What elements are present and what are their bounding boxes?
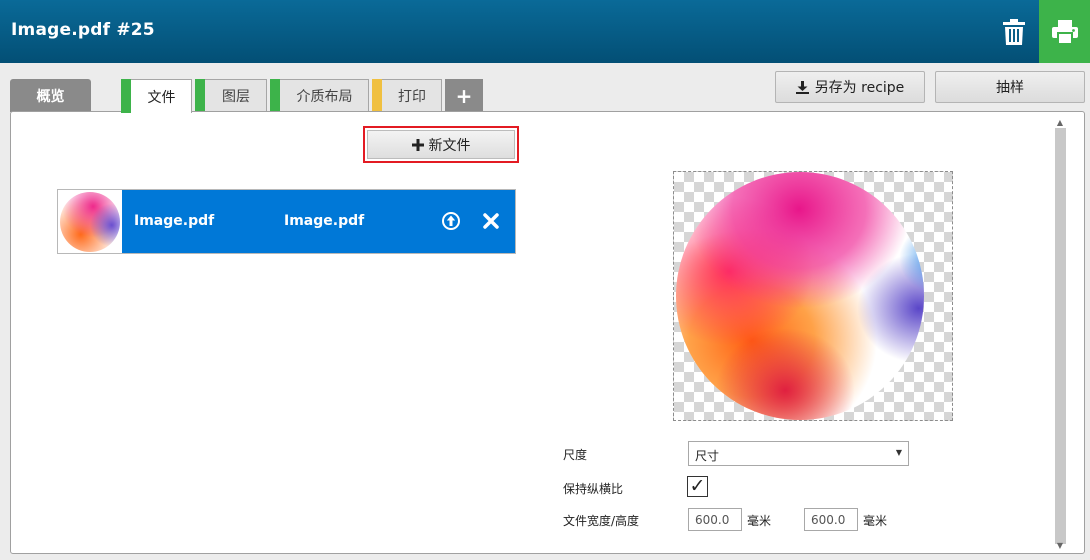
new-file-button[interactable]: 新文件 [363, 126, 519, 163]
tab-marker [270, 79, 280, 112]
file-name: Image.pdf [134, 213, 215, 229]
print-button[interactable] [1039, 0, 1090, 63]
scroll-down-icon[interactable]: ▼ [1055, 540, 1065, 550]
scale-label: 尺度 [563, 448, 588, 462]
vertical-scrollbar[interactable]: ▲ ▼ [1053, 114, 1067, 554]
save-as-recipe-label: 另存为 recipe [814, 80, 905, 96]
checkmark-icon: ✓ [689, 475, 706, 497]
upload-icon[interactable] [441, 211, 461, 231]
sample-label: 抽样 [996, 80, 1024, 96]
tab-layers[interactable]: 图层 [195, 79, 267, 112]
dropdown-arrow-icon: ▼ [895, 448, 902, 457]
file-size-label: 文件宽度/高度 [563, 514, 640, 528]
tab-print[interactable]: 打印 [372, 79, 442, 112]
new-file-button-face: 新文件 [367, 130, 515, 159]
download-icon [795, 80, 809, 94]
tab-label: 文件 [147, 89, 176, 106]
close-icon[interactable] [481, 211, 501, 231]
tab-marker [121, 79, 131, 113]
printer-icon [1051, 19, 1078, 44]
trash-icon [1003, 18, 1025, 45]
scale-select-value: 尺寸 [695, 449, 720, 463]
file-source-name: Image.pdf [284, 213, 365, 229]
image-preview [673, 171, 953, 421]
scroll-thumb[interactable] [1055, 128, 1066, 544]
scale-select[interactable]: 尺寸 ▼ [688, 441, 909, 466]
tab-overview[interactable]: 概览 [10, 79, 91, 112]
sample-button[interactable]: 抽样 [935, 71, 1085, 103]
plus-icon: + [455, 84, 473, 108]
file-thumbnail [58, 190, 122, 253]
file-height-input[interactable]: 600.0 [804, 508, 858, 531]
tab-label: 打印 [398, 89, 426, 105]
height-unit: 毫米 [863, 514, 888, 528]
delete-button[interactable] [990, 0, 1038, 63]
tab-marker [372, 79, 382, 112]
tab-files[interactable]: 文件 [121, 79, 192, 113]
file-width-input[interactable]: 600.0 [688, 508, 742, 531]
plus-icon [411, 138, 424, 151]
tab-label: 图层 [222, 89, 250, 105]
tab-media-layout[interactable]: 介质布局 [270, 79, 369, 112]
width-unit: 毫米 [747, 514, 772, 528]
keep-aspect-ratio-label: 保持纵横比 [563, 482, 624, 496]
add-tab-button[interactable]: + [445, 79, 483, 112]
tab-marker [195, 79, 205, 112]
save-as-recipe-button[interactable]: 另存为 recipe [775, 71, 925, 103]
scroll-up-icon[interactable]: ▲ [1055, 117, 1065, 127]
document-title: Image.pdf #25 [11, 20, 155, 40]
new-file-label: 新文件 [428, 137, 471, 154]
file-list-item[interactable]: Image.pdf Image.pdf [57, 189, 516, 254]
keep-aspect-ratio-checkbox[interactable]: ✓ [687, 476, 708, 497]
tab-label: 介质布局 [296, 89, 353, 105]
app-header: Image.pdf #25 [0, 0, 1090, 63]
